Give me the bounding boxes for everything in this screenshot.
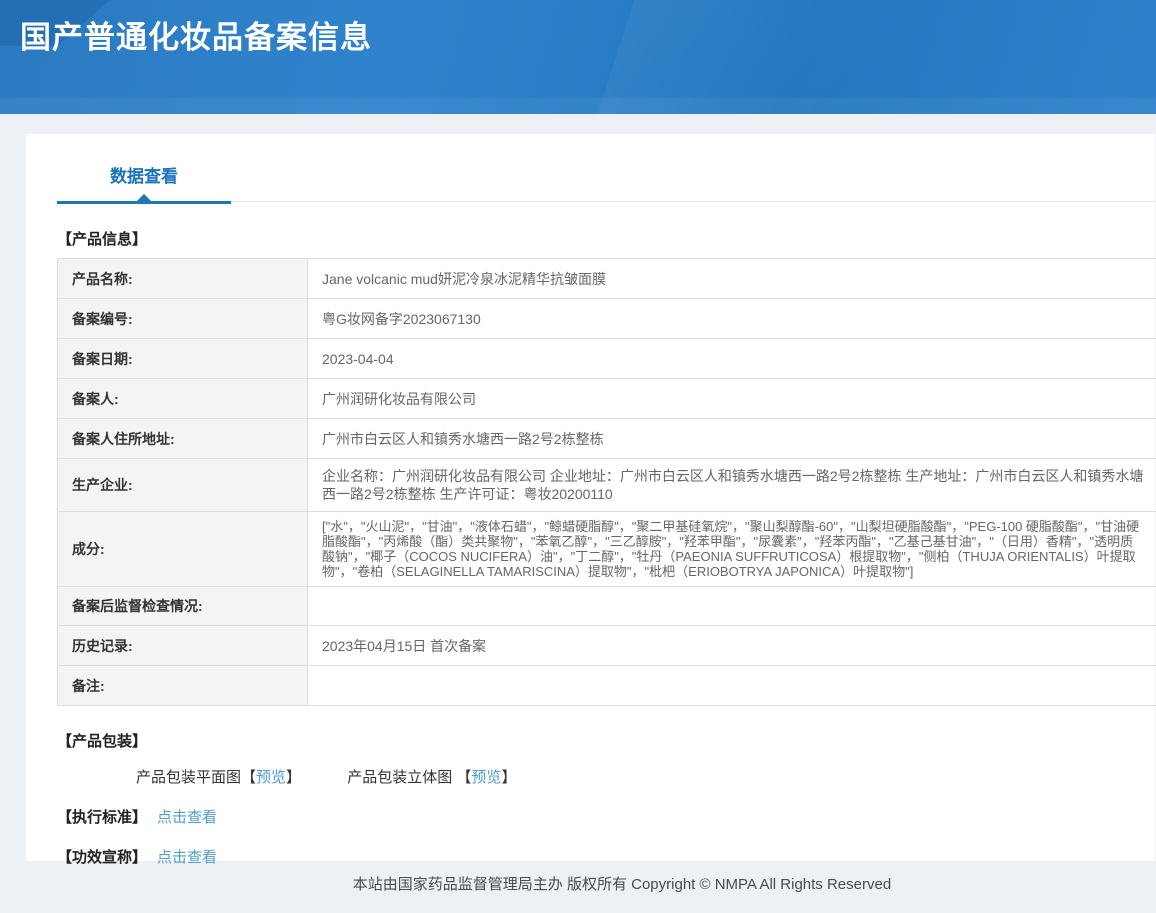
- table-row-product-name: 产品名称: Jane volcanic mud妍泥冷泉冰泥精华抗皱面膜: [58, 259, 1156, 299]
- table-row-remarks: 备注:: [58, 666, 1156, 706]
- packaging-stereo-label: 产品包装立体图: [347, 769, 456, 786]
- tab-data-view[interactable]: 数据查看: [57, 134, 231, 202]
- packaging-row: 产品包装平面图【预览】 产品包装立体图 【预览】: [136, 766, 1155, 787]
- packaging-stereo-preview-link[interactable]: 预览: [471, 769, 501, 786]
- packaging-flat-preview-link[interactable]: 预览: [256, 769, 286, 786]
- tab-active-underline: [57, 201, 231, 204]
- content-card: 数据查看 【产品信息】 产品名称: Jane volcanic mud妍泥冷泉冰…: [25, 133, 1156, 862]
- field-value: Jane volcanic mud妍泥冷泉冰泥精华抗皱面膜: [308, 259, 1156, 299]
- tab-bar: 数据查看: [57, 134, 1155, 202]
- tab-active-caret-icon: [137, 194, 151, 201]
- product-info-section-title: 【产品信息】: [57, 228, 1155, 249]
- field-value: [308, 587, 1156, 626]
- bracket-close: 】: [286, 769, 301, 786]
- field-value: 广州润研化妆品有限公司: [308, 379, 1156, 419]
- table-row-manufacturer: 生产企业: 企业名称：广州润研化妆品有限公司 企业地址：广州市白云区人和镇秀水塘…: [58, 459, 1156, 512]
- field-label: 备案日期:: [58, 339, 308, 379]
- field-label: 生产企业:: [58, 459, 308, 512]
- packaging-flat-label: 产品包装平面图: [136, 769, 241, 786]
- field-value: 广州市白云区人和镇秀水塘西一路2号2栋整栋: [308, 419, 1156, 459]
- page-header: 国产普通化妆品备案信息: [0, 0, 1156, 114]
- tab-data-view-label: 数据查看: [110, 162, 178, 187]
- field-label: 历史记录:: [58, 626, 308, 666]
- field-value: 2023-04-04: [308, 339, 1156, 379]
- footer-copyright-text: 本站由国家药品监督管理局主办 版权所有 Copyright © NMPA All…: [265, 873, 891, 894]
- bracket-open: 【: [456, 769, 471, 786]
- bracket-open: 【: [241, 769, 256, 786]
- field-value: 2023年04月15日 首次备案: [308, 626, 1156, 666]
- header-bottom-band: [0, 98, 1156, 114]
- field-label: 产品名称:: [58, 259, 308, 299]
- field-label: 成分:: [58, 512, 308, 587]
- standards-label: 【执行标准】: [57, 809, 147, 826]
- field-label: 备注:: [58, 666, 308, 706]
- table-row-ingredients: 成分: ["水"，"火山泥"，"甘油"，"液体石蜡"，"鲸蜡硬脂醇"，"聚二甲基…: [58, 512, 1156, 587]
- table-row-history: 历史记录: 2023年04月15日 首次备案: [58, 626, 1156, 666]
- table-row-registration-number: 备案编号: 粤G妆网备字2023067130: [58, 299, 1156, 339]
- header-diagonal-decoration: [597, 0, 1054, 114]
- field-value: [308, 666, 1156, 706]
- product-info-table: 产品名称: Jane volcanic mud妍泥冷泉冰泥精华抗皱面膜 备案编号…: [57, 258, 1156, 706]
- page-title: 国产普通化妆品备案信息: [20, 12, 372, 57]
- field-value: 粤G妆网备字2023067130: [308, 299, 1156, 339]
- table-row-registrant: 备案人: 广州润研化妆品有限公司: [58, 379, 1156, 419]
- standards-view-link[interactable]: 点击查看: [157, 809, 217, 826]
- standards-row: 【执行标准】点击查看: [57, 806, 1155, 827]
- table-row-supervision: 备案后监督检查情况:: [58, 587, 1156, 626]
- page-footer: 本站由国家药品监督管理局主办 版权所有 Copyright © NMPA All…: [0, 862, 1156, 913]
- field-value: 企业名称：广州润研化妆品有限公司 企业地址：广州市白云区人和镇秀水塘西一路2号2…: [308, 459, 1156, 512]
- bracket-close: 】: [501, 769, 516, 786]
- field-label: 备案人住所地址:: [58, 419, 308, 459]
- table-row-registration-date: 备案日期: 2023-04-04: [58, 339, 1156, 379]
- table-row-registrant-address: 备案人住所地址: 广州市白云区人和镇秀水塘西一路2号2栋整栋: [58, 419, 1156, 459]
- packaging-flat-item: 产品包装平面图【预览】: [136, 766, 301, 787]
- packaging-section-title: 【产品包装】: [57, 730, 1155, 751]
- field-value: ["水"，"火山泥"，"甘油"，"液体石蜡"，"鲸蜡硬脂醇"，"聚二甲基硅氧烷"…: [308, 512, 1156, 587]
- field-label: 备案人:: [58, 379, 308, 419]
- field-label: 备案后监督检查情况:: [58, 587, 308, 626]
- packaging-stereo-item: 产品包装立体图 【预览】: [347, 766, 516, 787]
- field-label: 备案编号:: [58, 299, 308, 339]
